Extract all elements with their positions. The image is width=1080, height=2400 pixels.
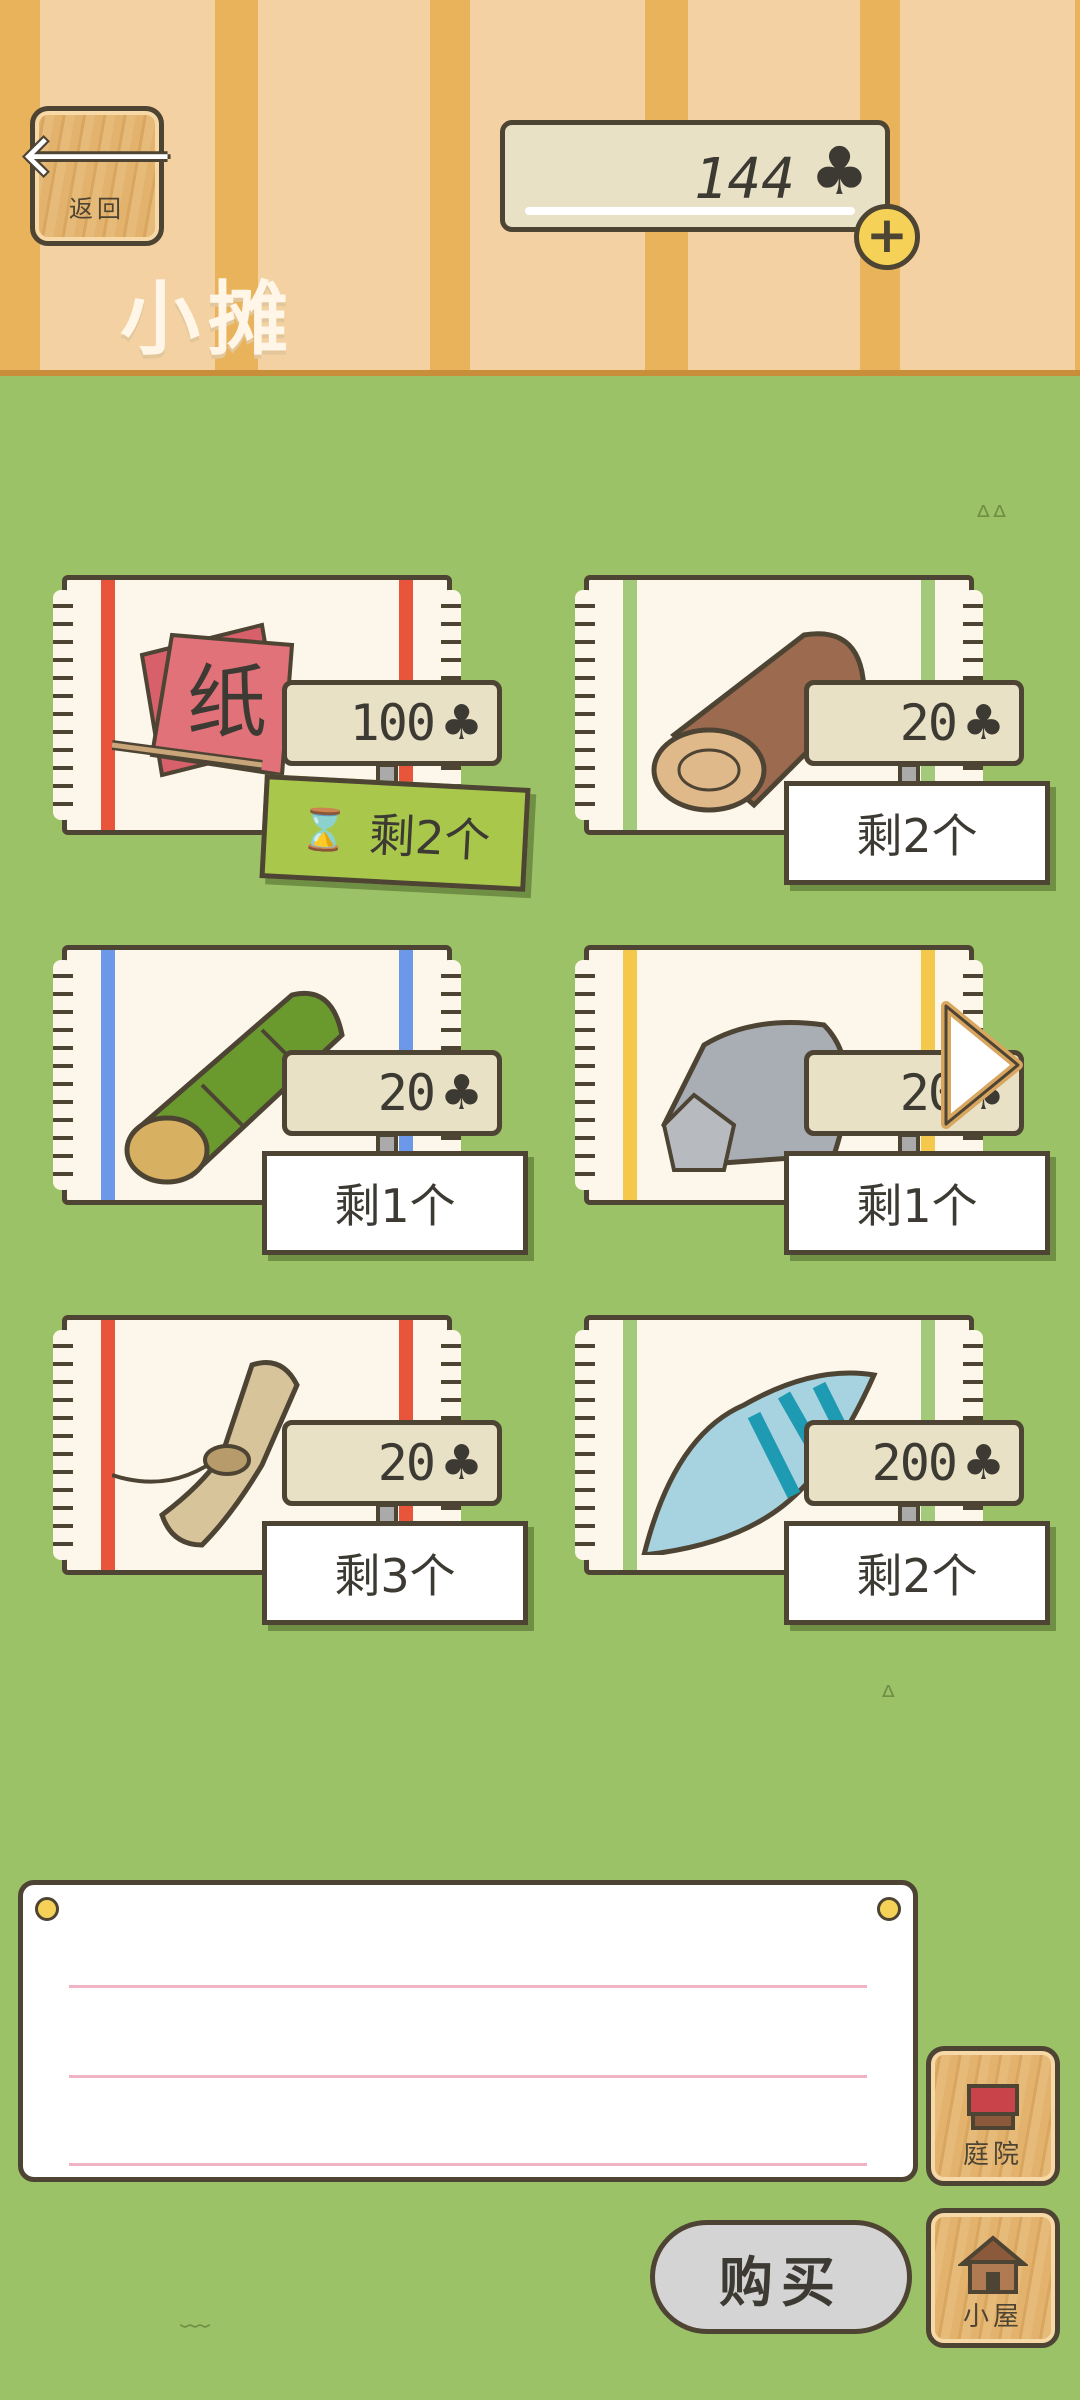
next-page-arrow-icon[interactable] <box>940 1000 1024 1130</box>
price-value: 20 <box>377 1064 436 1122</box>
clover-icon: ♣ <box>961 1435 1005 1491</box>
yard-icon <box>967 2084 1019 2130</box>
clover-icon: ♣ <box>439 695 483 751</box>
price-sign: 20 ♣ <box>282 1420 502 1506</box>
back-arrow-icon: 🡐 <box>19 121 175 189</box>
house-button-label: 小屋 <box>962 2302 1023 2332</box>
stock-label: ⌛ 剩2个 <box>259 774 531 892</box>
yard-button-label: 庭院 <box>962 2140 1023 2170</box>
price-sign: 20 ♣ <box>282 1050 502 1136</box>
price-sign: 100 ♣ <box>282 680 502 766</box>
add-clover-button[interactable]: + <box>854 204 920 270</box>
price-value: 200 <box>871 1434 958 1492</box>
price-value: 20 <box>377 1434 436 1492</box>
header-bar: 🡐 返回 小摊 144 ♣ + <box>0 0 1080 376</box>
shop-item-hemp[interactable]: 20 ♣ 剩3个 <box>42 1315 528 1645</box>
buy-button[interactable]: 购买 <box>650 2220 912 2334</box>
message-board <box>18 1880 918 2182</box>
shop-item-wood[interactable]: 20 ♣ 剩2个 <box>564 575 1050 905</box>
clover-counter: 144 ♣ <box>500 120 890 232</box>
stock-label: 剩1个 <box>262 1151 528 1255</box>
house-button[interactable]: 小屋 <box>926 2208 1060 2348</box>
price-value: 100 <box>349 694 436 752</box>
price-sign: 200 ♣ <box>804 1420 1024 1506</box>
stock-label: 剩1个 <box>784 1151 1050 1255</box>
clover-icon: ♣ <box>809 133 869 210</box>
stock-label: 剩2个 <box>784 1521 1050 1625</box>
price-sign: 20 ♣ <box>804 680 1024 766</box>
price-value: 20 <box>899 694 958 752</box>
page-title: 小摊 <box>120 273 296 366</box>
clover-icon: ♣ <box>439 1435 483 1491</box>
house-icon <box>958 2235 1028 2294</box>
shop-item-bamboo[interactable]: 20 ♣ 剩1个 <box>42 945 528 1275</box>
back-button[interactable]: 🡐 返回 <box>19 106 175 246</box>
svg-text:纸: 纸 <box>187 656 267 749</box>
yard-button[interactable]: 庭院 <box>926 2046 1060 2186</box>
shop-item-paper[interactable]: 纸 100 ♣ ⌛ 剩2个 <box>42 575 531 905</box>
clover-count: 144 <box>693 147 795 212</box>
shop-item-shell[interactable]: 200 ♣ 剩2个 <box>564 1315 1050 1645</box>
clover-icon: ♣ <box>439 1065 483 1121</box>
back-button-label: 返回 <box>69 195 125 223</box>
clover-icon: ♣ <box>961 695 1005 751</box>
stock-label: 剩3个 <box>262 1521 528 1625</box>
hourglass-icon: ⌛ <box>298 805 351 855</box>
stock-label: 剩2个 <box>784 781 1050 885</box>
